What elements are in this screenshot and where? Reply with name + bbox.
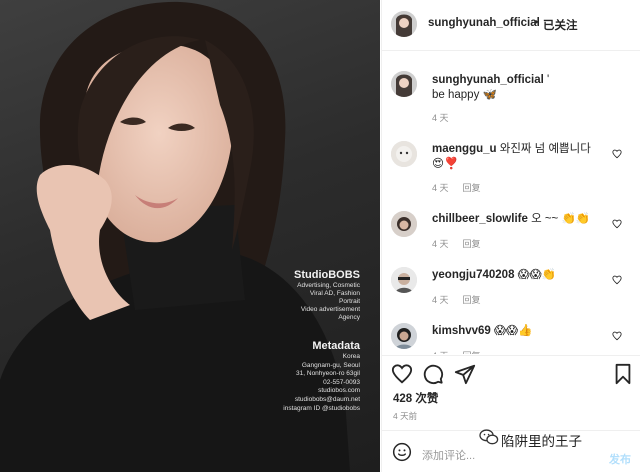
comment-text: chillbeer_slowlife 오 ~~ 👏👏 <box>432 212 612 227</box>
studio-name: StudioBOBS <box>294 269 360 281</box>
like-comment-icon[interactable] <box>612 219 622 229</box>
comment-body-2: 😍❣️ <box>432 158 459 170</box>
comment-age[interactable]: 4 天 <box>432 183 449 193</box>
studio-line: Advertising, Cosmetic <box>297 282 360 289</box>
avatar[interactable] <box>391 267 417 293</box>
comment-username[interactable]: chillbeer_slowlife <box>432 213 528 225</box>
comment-age[interactable]: 4 天 <box>432 113 449 123</box>
wechat-icon <box>479 429 499 445</box>
like-comment-icon[interactable] <box>612 149 622 159</box>
post-header: sunghyunah_official • 已关注 <box>382 0 640 51</box>
comment-meta: 4 天 <box>432 111 463 124</box>
comment-meta: 4 天 回复 <box>432 181 495 194</box>
caption-text: sunghyunah_official ' be happy 🦋 <box>432 73 612 103</box>
header-username[interactable]: sunghyunah_official <box>428 17 540 29</box>
reply-button[interactable]: 回复 <box>463 239 481 249</box>
avatar[interactable] <box>391 11 417 37</box>
comment-username[interactable]: sunghyunah_official <box>432 74 544 86</box>
comment-body: 오 ~~ 👏👏 <box>527 213 591 225</box>
reply-button[interactable]: 回复 <box>463 351 481 354</box>
comment-text: kimshvv69 😱😱👍 <box>432 324 612 339</box>
post-time[interactable]: 4 天前 <box>393 410 417 422</box>
metadata-line: instagram ID @studiobobs <box>283 404 360 412</box>
bookmark-icon[interactable] <box>612 363 634 385</box>
comment-body: 와진짜 넘 예쁩니다 <box>496 143 591 155</box>
comments-list[interactable]: sunghyunah_official ' be happy 🦋 4 天 mae… <box>382 51 640 354</box>
comment-age[interactable]: 4 天 <box>432 239 449 249</box>
comment-bubble-icon[interactable] <box>422 363 444 385</box>
comment-age[interactable]: 4 天 <box>432 295 449 305</box>
comment-username[interactable]: kimshvv69 <box>432 325 491 337</box>
comment-body: 😱😱👏 <box>514 269 556 281</box>
studio-line: Video advertisement <box>300 306 360 313</box>
metadata-line: studiobos.com <box>318 387 360 395</box>
emoji-smile-icon[interactable] <box>392 442 412 462</box>
metadata-credit: Metadata Korea Gangnam-gu, Seoul 31, Non… <box>283 339 360 413</box>
studio-line: Viral AD, Fashion <box>309 290 360 297</box>
comment-input[interactable]: 添加评论... <box>422 447 475 463</box>
metadata-title: Metadata <box>312 340 360 352</box>
like-comment-icon[interactable] <box>612 331 622 341</box>
comment-meta: 4 天 回复 <box>432 293 495 306</box>
studio-line: Portrait <box>339 298 360 305</box>
reply-button[interactable]: 回复 <box>463 295 481 305</box>
caption-body: be happy 🦋 <box>432 89 497 101</box>
following-button[interactable]: 已关注 <box>543 17 578 33</box>
separator-dot: • <box>534 17 539 29</box>
metadata-line: Gangnam-gu, Seoul <box>301 361 360 369</box>
post-photo[interactable]: StudioBOBS Advertising, Cosmetic Viral A… <box>0 0 380 472</box>
avatar[interactable] <box>391 71 417 97</box>
avatar[interactable] <box>391 141 417 167</box>
comment-text: yeongju740208 😱😱👏 <box>432 268 612 283</box>
studio-line: Agency <box>338 314 360 321</box>
studio-credit: StudioBOBS Advertising, Cosmetic Viral A… <box>294 268 360 322</box>
watermark-text: 陷阱里的王子 <box>501 434 582 449</box>
avatar[interactable] <box>391 211 417 237</box>
like-comment-icon[interactable] <box>612 275 622 285</box>
comment-body: 😱😱👍 <box>490 325 533 337</box>
likes-count[interactable]: 428 次赞 <box>393 390 438 406</box>
post-detail-panel: sunghyunah_official • 已关注 sunghyunah_off… <box>381 0 640 472</box>
like-heart-icon[interactable] <box>391 363 413 385</box>
share-send-icon[interactable] <box>454 363 476 385</box>
comment-text: maenggu_u 와진짜 넘 예쁩니다 😍❣️ <box>432 142 612 172</box>
metadata-line: studiobobs@daum.net <box>294 395 360 403</box>
comment-username[interactable]: maenggu_u <box>432 143 497 155</box>
post-comment-button[interactable]: 发布 <box>609 451 631 467</box>
reply-button[interactable]: 回复 <box>463 183 481 193</box>
metadata-line: 02-557-0093 <box>323 378 360 386</box>
comment-meta: 4 天 回复 <box>432 237 495 250</box>
comment-username[interactable]: yeongju740208 <box>432 269 514 281</box>
metadata-line: 31, Nonhyeon-ro 63gil <box>296 370 360 378</box>
comment-meta: 4 天 回复 <box>432 349 495 354</box>
comment-age[interactable]: 4 天 <box>432 351 449 354</box>
caption-suffix: ' <box>543 74 550 86</box>
metadata-line: Korea <box>342 353 360 360</box>
avatar[interactable] <box>391 323 417 349</box>
